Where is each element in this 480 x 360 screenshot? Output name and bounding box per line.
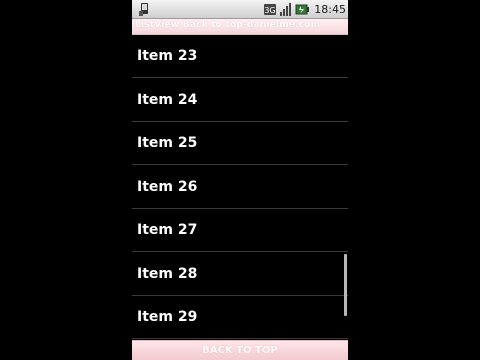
network-3g-icon: 3G xyxy=(264,4,277,15)
svg-text:3G: 3G xyxy=(265,6,276,15)
status-time: 18:45 xyxy=(314,3,346,16)
list-item-label: Item 25 xyxy=(137,135,198,151)
list-scrollbar[interactable] xyxy=(344,35,347,340)
list-item-label: Item 26 xyxy=(137,178,198,195)
status-bar: 3G 18:45 xyxy=(132,0,348,19)
phone-screen: 3G 18:45 ListView Back to top-danielme.c… xyxy=(132,0,348,360)
battery-charging-icon xyxy=(295,4,310,15)
title-bar: ListView Back to top-danielme.com xyxy=(132,19,348,35)
footer-bar: BACK TO TOP xyxy=(132,340,348,360)
status-icons: 3G 18:45 xyxy=(263,1,346,18)
signal-bars-icon xyxy=(280,3,292,16)
list-item-label: Item 27 xyxy=(137,222,198,238)
list-item-label: Item 23 xyxy=(137,48,198,64)
list-item[interactable]: Item 26 xyxy=(132,166,348,209)
list-item-label: Item 28 xyxy=(137,265,198,282)
scrollbar-thumb[interactable] xyxy=(344,254,347,316)
list-item[interactable]: Item 23 xyxy=(132,35,348,78)
usb-debug-icon xyxy=(139,3,148,16)
list-item-label: Item 24 xyxy=(137,91,198,108)
list-item[interactable]: Item 25 xyxy=(132,122,348,165)
list-item-label: Item 29 xyxy=(137,309,198,325)
list-item[interactable]: Item 28 xyxy=(132,253,348,296)
back-to-top-button[interactable]: BACK TO TOP xyxy=(132,341,348,360)
list-item[interactable]: Item 29 xyxy=(132,296,348,339)
list-view[interactable]: Item 23 Item 24 Item 25 Item 26 Item 27 … xyxy=(132,35,348,340)
list-item[interactable]: Item 27 xyxy=(132,209,348,252)
app-title: ListView Back to top-danielme.com xyxy=(135,20,321,30)
list-item[interactable]: Item 24 xyxy=(132,79,348,122)
